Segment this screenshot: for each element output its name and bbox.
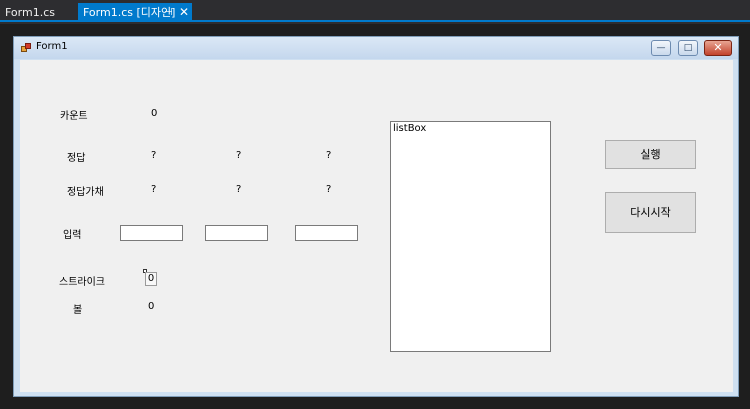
close-button[interactable]: ✕: [704, 40, 732, 56]
tab-form1-cs[interactable]: Form1.cs: [0, 3, 78, 22]
pin-icon[interactable]: ⊣: [164, 3, 173, 22]
strike-value[interactable]: 0: [145, 272, 157, 286]
count-label: 카운트: [60, 111, 88, 122]
ball-value: 0: [148, 301, 155, 312]
answer-label: 정답: [67, 153, 86, 164]
count-value: 0: [151, 108, 158, 119]
answer-hidden-value-1: ?: [151, 184, 157, 195]
answer-hidden-value-2: ?: [236, 184, 242, 195]
close-icon[interactable]: ✕: [179, 3, 189, 22]
answer-hidden-value-3: ?: [326, 184, 332, 195]
answer-value-2: ?: [236, 150, 242, 161]
form-window[interactable]: Form1 — □ ✕ 카운트 0 정답 ? ? ? 정답가채 ? ? ? 입력…: [13, 36, 739, 397]
restart-button[interactable]: 다시시작: [605, 192, 696, 233]
minimize-button[interactable]: —: [651, 40, 671, 56]
input-field-1[interactable]: [120, 225, 183, 241]
answer-hidden-label: 정답가채: [67, 187, 104, 198]
listbox-text: listBox: [393, 123, 427, 134]
form-app-icon: [21, 43, 32, 52]
form-titlebar[interactable]: Form1 — □ ✕: [14, 37, 738, 59]
run-button[interactable]: 실행: [605, 140, 696, 169]
tab-label: Form1.cs: [5, 6, 55, 19]
document-tab-strip: Form1.cs Form1.cs [디자인] ⊣ ✕: [0, 0, 750, 22]
input-field-3[interactable]: [295, 225, 358, 241]
input-label: 입력: [63, 230, 82, 241]
input-field-2[interactable]: [205, 225, 268, 241]
tab-form1-designer[interactable]: Form1.cs [디자인] ⊣ ✕: [78, 3, 192, 22]
maximize-button[interactable]: □: [678, 40, 698, 56]
strike-label: 스트라이크: [59, 277, 105, 288]
answer-value-3: ?: [326, 150, 332, 161]
tab-label: Form1.cs [디자인]: [83, 6, 176, 19]
ball-label: 볼: [73, 305, 83, 316]
form-client-area: 카운트 0 정답 ? ? ? 정답가채 ? ? ? 입력 스트라이크 0 볼 0…: [20, 60, 733, 392]
form-title: Form1: [36, 41, 68, 52]
result-listbox[interactable]: listBox: [390, 121, 551, 352]
answer-value-1: ?: [151, 150, 157, 161]
